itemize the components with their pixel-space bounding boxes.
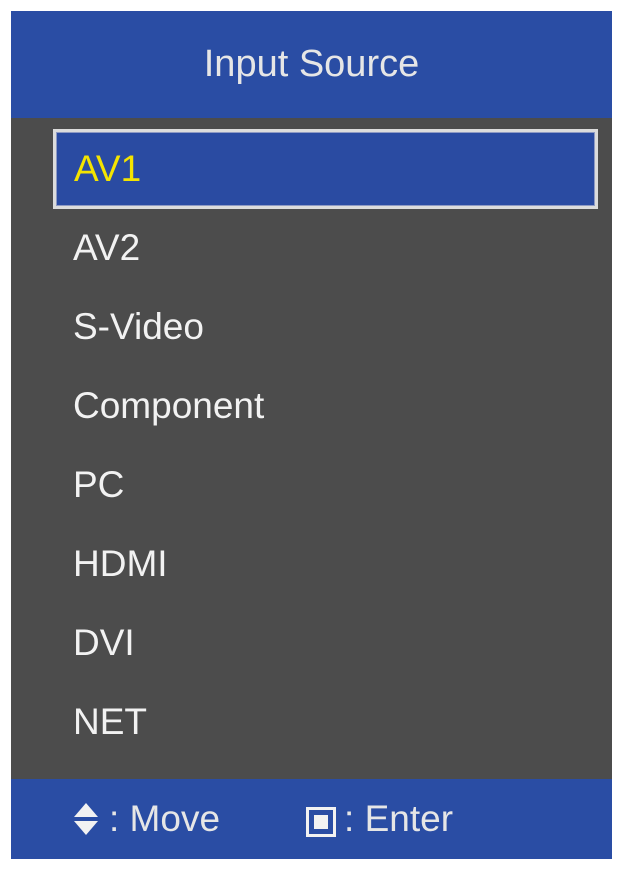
menu-header: Input Source	[11, 11, 612, 118]
menu-item-component[interactable]: Component	[11, 366, 612, 445]
menu-title: Input Source	[203, 43, 420, 85]
input-source-menu: Input Source AV1 AV2 S-Video Component P…	[11, 11, 612, 859]
menu-item-label: AV2	[73, 226, 141, 268]
menu-item-s-video[interactable]: S-Video	[11, 287, 612, 366]
menu-item-label: PC	[73, 463, 125, 505]
enter-hint: : Enter	[306, 798, 453, 840]
menu-item-dvi[interactable]: DVI	[11, 603, 612, 682]
enter-square-icon	[306, 804, 337, 837]
menu-item-label: DVI	[73, 621, 135, 663]
move-hint: : Move	[73, 798, 220, 840]
up-down-arrows-icon	[73, 802, 99, 836]
menu-item-label: HDMI	[73, 542, 168, 584]
menu-item-av1[interactable]: AV1	[53, 129, 598, 209]
menu-item-hdmi[interactable]: HDMI	[11, 524, 612, 603]
enter-hint-label: : Enter	[344, 798, 454, 839]
menu-item-av2[interactable]: AV2	[11, 208, 612, 287]
move-hint-label: : Move	[109, 798, 221, 839]
menu-item-label: AV1	[74, 148, 142, 189]
menu-footer: : Move : Enter	[11, 779, 612, 859]
menu-item-net[interactable]: NET	[11, 682, 612, 761]
menu-item-pc[interactable]: PC	[11, 445, 612, 524]
menu-item-label: NET	[73, 700, 147, 742]
menu-item-label: Component	[73, 384, 265, 426]
input-source-list: AV1 AV2 S-Video Component PC HDMI DVI NE…	[11, 129, 612, 761]
menu-item-label: S-Video	[73, 305, 204, 347]
